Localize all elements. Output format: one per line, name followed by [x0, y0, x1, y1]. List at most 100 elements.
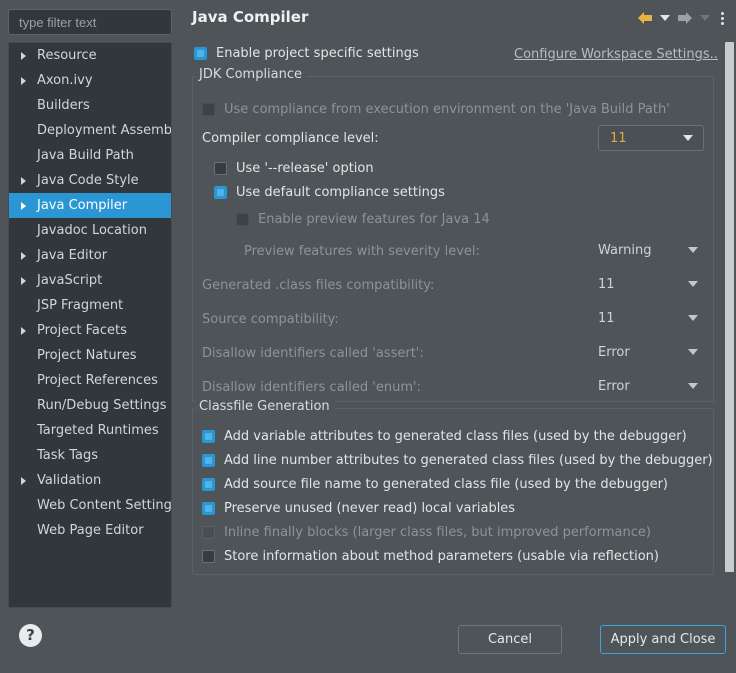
disallow-assert-label: Disallow identifiers called 'assert': — [202, 345, 424, 361]
sidebar-item-javascript[interactable]: JavaScript — [9, 268, 171, 293]
content-scrollbar-thumb[interactable] — [725, 42, 734, 572]
sidebar-item-builders[interactable]: Builders — [9, 93, 171, 118]
classfile-option-row[interactable]: Add variable attributes to generated cla… — [202, 424, 714, 448]
sidebar-item-label: Deployment Assembly — [37, 123, 172, 138]
sidebar-item-label: Validation — [37, 473, 102, 488]
configure-workspace-settings-link[interactable]: Configure Workspace Settings... — [514, 47, 718, 62]
classfile-option-checkbox[interactable] — [202, 477, 215, 491]
generated-class-compat-value: 11 — [598, 276, 615, 292]
sidebar-item-jsp-fragment[interactable]: JSP Fragment — [9, 293, 171, 318]
sidebar-item-task-tags[interactable]: Task Tags — [9, 443, 171, 468]
enable-project-specific-settings-checkbox[interactable] — [194, 47, 207, 60]
classfile-option-checkbox[interactable] — [202, 549, 215, 563]
sidebar-item-java-build-path[interactable]: Java Build Path — [9, 143, 171, 168]
compliance-level-value: 11 — [610, 130, 627, 146]
preview-severity-label-row: Preview features with severity level: — [244, 239, 480, 263]
sidebar-item-web-content-settings[interactable]: Web Content Settings — [9, 493, 171, 518]
use-execution-environment-checkbox — [202, 102, 215, 116]
chevron-down-icon — [688, 247, 698, 253]
sidebar-item-label: Resource — [37, 48, 97, 63]
sidebar-item-label: Javadoc Location — [37, 223, 147, 238]
sidebar-item-project-facets[interactable]: Project Facets — [9, 318, 171, 343]
chevron-right-icon[interactable] — [21, 76, 26, 85]
enable-preview-features-checkbox — [236, 212, 249, 226]
chevron-right-icon[interactable] — [21, 326, 26, 335]
page-title: Java Compiler — [192, 8, 309, 26]
chevron-right-icon[interactable] — [21, 176, 26, 185]
chevron-down-icon — [688, 281, 698, 287]
classfile-option-label: Add line number attributes to generated … — [224, 452, 713, 468]
cancel-button[interactable]: Cancel — [458, 625, 562, 654]
generated-class-compat-combo: 11 — [598, 272, 704, 296]
chevron-down-icon — [688, 383, 698, 389]
classfile-option-checkbox[interactable] — [202, 453, 215, 467]
classfile-option-label: Add source file name to generated class … — [224, 476, 668, 492]
classfile-option-row[interactable]: Preserve unused (never read) local varia… — [202, 496, 714, 520]
chevron-right-icon[interactable] — [21, 276, 26, 285]
apply-and-close-button[interactable]: Apply and Close — [600, 625, 726, 654]
forward-arrow-icon[interactable] — [677, 11, 693, 25]
compliance-level-combo[interactable]: 11 — [598, 125, 704, 151]
disallow-enum-value: Error — [598, 378, 630, 394]
sidebar-item-deployment-assembly[interactable]: Deployment Assembly — [9, 118, 171, 143]
sidebar-item-validation[interactable]: Validation — [9, 468, 171, 493]
classfile-option-label: Store information about method parameter… — [224, 548, 659, 564]
disallow-assert-combo: Error — [598, 340, 704, 364]
use-default-compliance-label: Use default compliance settings — [236, 184, 445, 200]
sidebar-item-label: Java Compiler — [37, 198, 128, 213]
classfile-option-checkbox[interactable] — [202, 501, 215, 515]
compliance-level-label: Compiler compliance level: — [202, 130, 379, 146]
filter-input[interactable] — [8, 9, 172, 35]
sidebar-item-project-natures[interactable]: Project Natures — [9, 343, 171, 368]
forward-history-dropdown-icon[interactable] — [700, 15, 710, 21]
chevron-right-icon[interactable] — [21, 51, 26, 60]
sidebar-item-axon-ivy[interactable]: Axon.ivy — [9, 68, 171, 93]
preview-severity-combo: Warning — [598, 238, 704, 262]
classfile-option-checkbox[interactable] — [202, 429, 215, 443]
preferences-content: Java Compiler Enable project specific se… — [180, 0, 736, 612]
chevron-right-icon[interactable] — [21, 476, 26, 485]
classfile-option-row: Inline finally blocks (larger class file… — [202, 520, 714, 544]
use-default-compliance-checkbox[interactable] — [214, 185, 227, 199]
back-history-dropdown-icon[interactable] — [660, 15, 670, 21]
enable-project-specific-settings-row[interactable]: Enable project specific settings — [194, 46, 419, 61]
jdk-compliance-group: JDK Compliance Use compliance from execu… — [192, 67, 714, 402]
sidebar-item-java-code-style[interactable]: Java Code Style — [9, 168, 171, 193]
sidebar-item-label: Project Natures — [37, 348, 137, 363]
sidebar-item-java-compiler[interactable]: Java Compiler — [9, 193, 171, 218]
dialog-footer: ? Cancel Apply and Close — [0, 612, 736, 673]
sidebar-item-label: Project Facets — [37, 323, 127, 338]
compliance-level-label-row: Compiler compliance level: — [202, 126, 379, 150]
help-question-icon[interactable]: ? — [19, 624, 42, 647]
sidebar-item-java-editor[interactable]: Java Editor — [9, 243, 171, 268]
sidebar-item-run-debug-settings[interactable]: Run/Debug Settings — [9, 393, 171, 418]
sidebar-item-label: Java Editor — [37, 248, 108, 263]
preferences-tree[interactable]: Resource Axon.ivy Builders Deployment Assem… — [8, 42, 172, 608]
classfile-option-row[interactable]: Add line number attributes to generated … — [202, 448, 714, 472]
use-default-compliance-row[interactable]: Use default compliance settings — [214, 180, 445, 204]
sidebar-item-targeted-runtimes[interactable]: Targeted Runtimes — [9, 418, 171, 443]
generated-class-compat-label: Generated .class files compatibility: — [202, 277, 435, 293]
disallow-enum-label: Disallow identifiers called 'enum': — [202, 379, 421, 395]
chevron-right-icon[interactable] — [21, 201, 26, 210]
sidebar-item-web-page-editor[interactable]: Web Page Editor — [9, 518, 171, 543]
use-release-option-row[interactable]: Use '--release' option — [214, 156, 374, 180]
preferences-dialog: Resource Axon.ivy Builders Deployment Assem… — [0, 0, 736, 673]
use-execution-environment-row[interactable]: Use compliance from execution environmen… — [202, 97, 670, 121]
classfile-option-row[interactable]: Store information about method parameter… — [202, 544, 714, 568]
use-release-option-checkbox[interactable] — [214, 161, 227, 175]
disallow-enum-label-row: Disallow identifiers called 'enum': — [202, 375, 421, 399]
source-compat-label: Source compatibility: — [202, 311, 339, 327]
disallow-assert-value: Error — [598, 344, 630, 360]
classfile-option-row[interactable]: Add source file name to generated class … — [202, 472, 714, 496]
sidebar-item-javadoc-location[interactable]: Javadoc Location — [9, 218, 171, 243]
sidebar-item-project-references[interactable]: Project References — [9, 368, 171, 393]
back-arrow-icon[interactable] — [637, 11, 653, 25]
vertical-ellipsis-icon[interactable] — [717, 11, 728, 25]
chevron-down-icon — [683, 135, 693, 141]
sidebar-item-label: Web Content Settings — [37, 498, 172, 513]
sidebar-item-label: Task Tags — [37, 448, 98, 463]
sidebar-item-label: Builders — [37, 98, 90, 113]
chevron-right-icon[interactable] — [21, 251, 26, 260]
sidebar-item-resource[interactable]: Resource — [9, 43, 171, 68]
